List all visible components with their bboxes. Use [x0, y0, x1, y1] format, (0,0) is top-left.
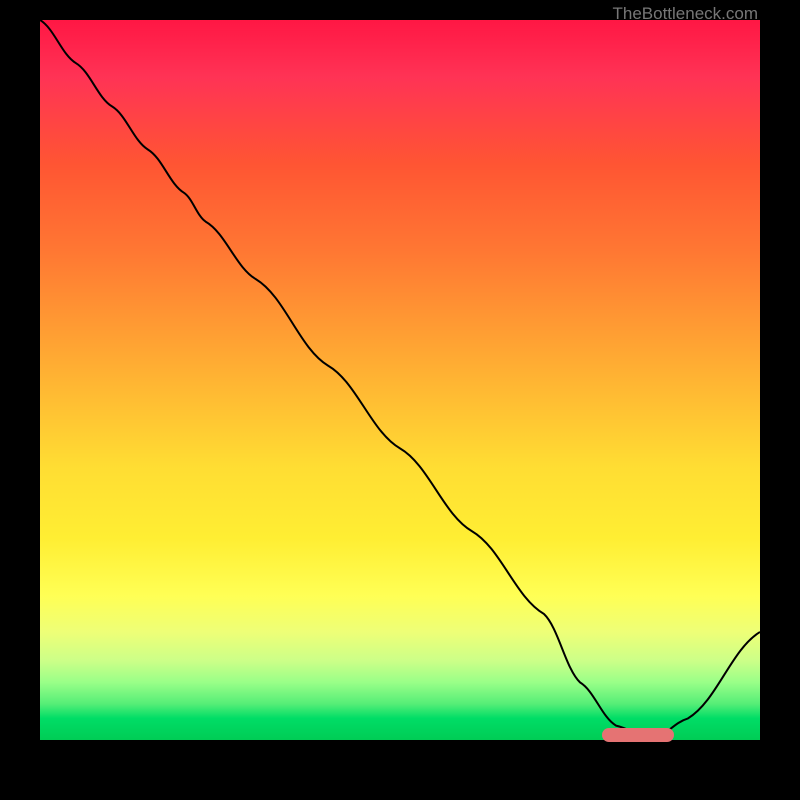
optimal-range-marker — [602, 728, 674, 742]
bottleneck-curve — [40, 20, 760, 740]
chart-container — [40, 20, 760, 740]
chart-svg — [40, 20, 760, 740]
